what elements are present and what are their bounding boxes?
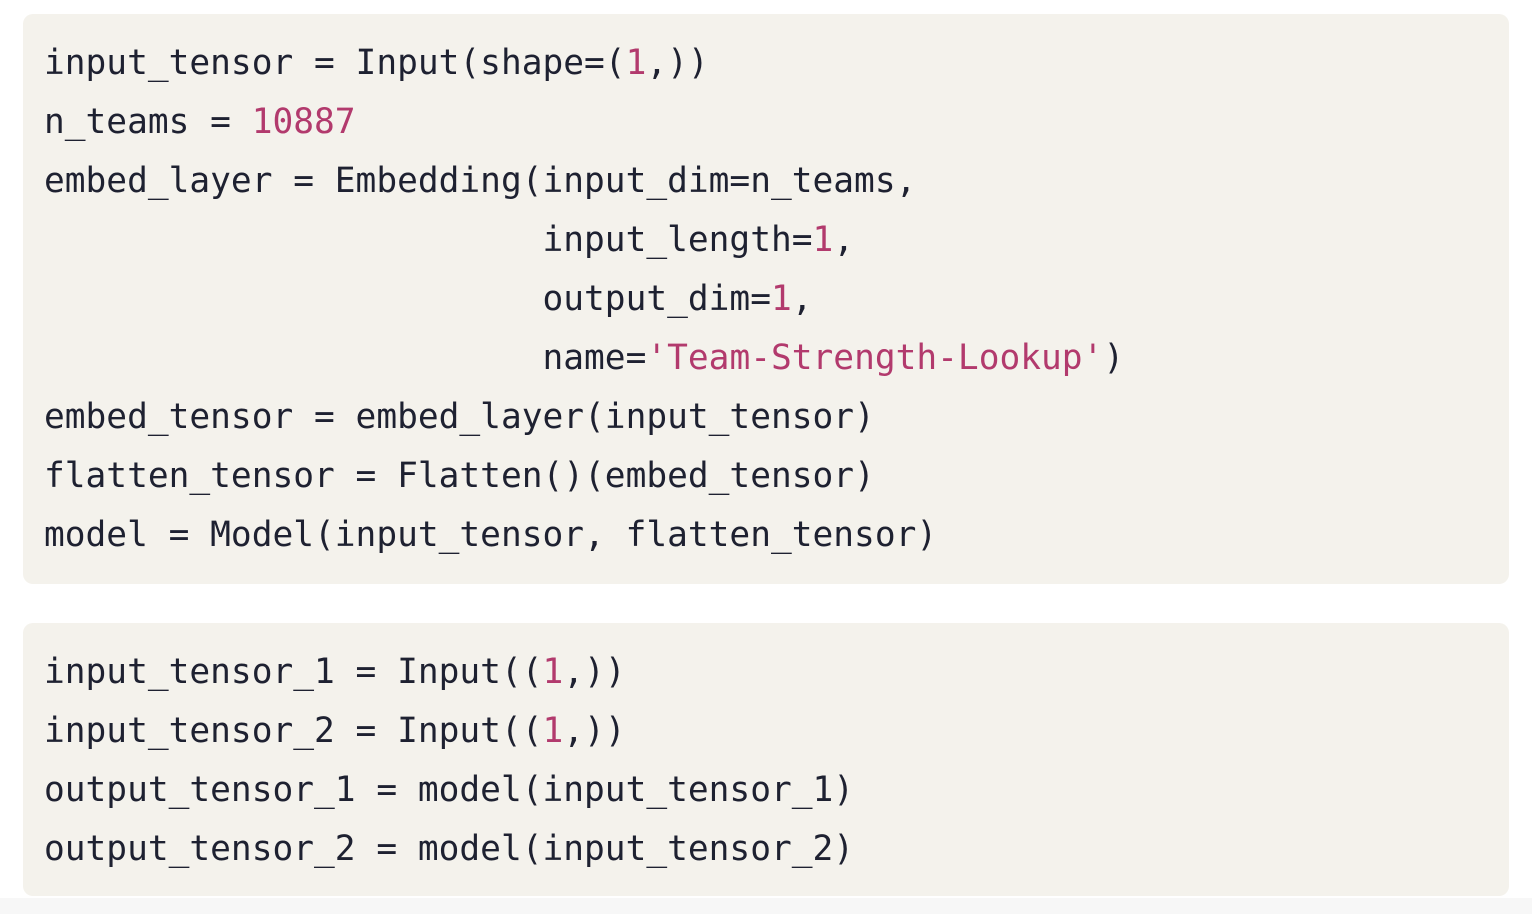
number-literal: 1	[812, 220, 834, 260]
number-literal: 1	[770, 279, 792, 319]
code-block-shared-model: input_tensor_1 = Input((1,)) input_tensor…	[23, 623, 1509, 896]
string-literal: 'Team-Strength-Lookup'	[646, 338, 1104, 378]
code-token: name=	[44, 338, 647, 378]
code-token: ,	[791, 279, 813, 319]
code-token: ,))	[646, 43, 709, 83]
code-line: n_teams = 10887	[44, 93, 1509, 152]
code-token: embed_tensor = embed_layer(input_tensor)	[44, 397, 875, 437]
page-bottom-edge	[0, 898, 1532, 914]
code-line: input_tensor = Input(shape=(1,))	[44, 34, 1509, 93]
code-token: )	[1103, 338, 1125, 378]
code-token: embed_layer = Embedding(input_dim=n_team…	[44, 161, 917, 201]
code-token: n_teams =	[44, 102, 252, 142]
code-token: input_length=	[44, 220, 813, 260]
code-token: output_dim=	[44, 279, 771, 319]
code-line: input_length=1,	[44, 211, 1509, 270]
number-literal: 10887	[251, 102, 356, 142]
number-literal: 1	[542, 711, 564, 751]
code-token: output_tensor_2 = model(input_tensor_2)	[44, 829, 855, 869]
code-token: ,))	[563, 652, 626, 692]
code-token: input_tensor_2 = Input((	[44, 711, 543, 751]
code-line: model = Model(input_tensor, flatten_tens…	[44, 506, 1509, 565]
code-token: input_tensor = Input(shape=(	[44, 43, 626, 83]
code-line: output_tensor_2 = model(input_tensor_2)	[44, 820, 1509, 879]
code-line: output_tensor_1 = model(input_tensor_1)	[44, 761, 1509, 820]
code-block-embedding-model: input_tensor = Input(shape=(1,)) n_teams …	[23, 14, 1509, 584]
code-token: ,))	[563, 711, 626, 751]
number-literal: 1	[625, 43, 647, 83]
code-line: input_tensor_1 = Input((1,))	[44, 643, 1509, 702]
code-token: model = Model(input_tensor, flatten_tens…	[44, 515, 938, 555]
code-token: output_tensor_1 = model(input_tensor_1)	[44, 770, 855, 810]
code-token: flatten_tensor = Flatten()(embed_tensor)	[44, 456, 875, 496]
code-line: flatten_tensor = Flatten()(embed_tensor)	[44, 447, 1509, 506]
code-line: embed_tensor = embed_layer(input_tensor)	[44, 388, 1509, 447]
code-line: input_tensor_2 = Input((1,))	[44, 702, 1509, 761]
number-literal: 1	[542, 652, 564, 692]
code-token: ,	[833, 220, 855, 260]
code-token: input_tensor_1 = Input((	[44, 652, 543, 692]
code-line: output_dim=1,	[44, 270, 1509, 329]
code-line: name='Team-Strength-Lookup')	[44, 329, 1509, 388]
code-line: embed_layer = Embedding(input_dim=n_team…	[44, 152, 1509, 211]
